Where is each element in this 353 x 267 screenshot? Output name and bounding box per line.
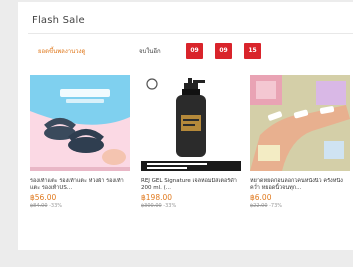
product-name: REJ GEL Signature เจลหอมมิสเตอร์ดำ 200 m… (141, 178, 237, 191)
flash-sale-subtitle: ยอดขึ้นพลงานวงดู (38, 48, 86, 55)
product-price: ฿56.00 (30, 193, 57, 202)
flash-sale-title: Flash Sale (32, 15, 85, 26)
flash-sale-panel: Flash Sale ยอดขึ้นพลงานวงดู จบในอีก 09 0… (18, 2, 353, 250)
product-original-price: ฿22.00 -73% (250, 203, 350, 209)
product-card[interactable]: หยาดหยดก่อนลอกโคนหนังนิ้ว ครั้งหนึ่งคว่ำ… (250, 75, 350, 209)
countdown-hours: 09 (186, 43, 203, 59)
product-original-price: ฿84.00 -33% (30, 203, 130, 209)
gel-bottle-product-image[interactable] (141, 75, 241, 171)
product-original-price: ฿300.00 -33% (141, 203, 241, 209)
discount-badge: -33% (49, 203, 63, 209)
original-price-value: ฿300.00 (141, 203, 162, 209)
flash-sale-page: Flash Sale ยอดขึ้นพลงานวงดู จบในอีก 09 0… (0, 0, 353, 267)
original-price-value: ฿84.00 (30, 203, 48, 209)
product-price: ฿6.00 (250, 193, 272, 202)
title-divider (28, 33, 353, 34)
discount-badge: -33% (163, 203, 177, 209)
ends-in-label: จบในอีก (139, 48, 161, 55)
product-card[interactable]: REJ GEL Signature เจลหอมมิสเตอร์ดำ 200 m… (141, 75, 241, 209)
product-price: ฿198.00 (141, 193, 173, 202)
original-price-value: ฿22.00 (250, 203, 268, 209)
finger-band-product-image[interactable] (250, 75, 350, 171)
product-name: รองเท้าแตะ รองเท้าแตะ ห่วงผ้า รองเท้าแตะ… (30, 178, 124, 191)
slippers-product-image[interactable] (30, 75, 130, 171)
countdown-seconds: 15 (244, 43, 261, 59)
product-name: หยาดหยดก่อนลอกโคนหนังนิ้ว ครั้งหนึ่งคว่ำ… (250, 178, 343, 191)
product-card[interactable]: รองเท้าแตะ รองเท้าแตะ ห่วงผ้า รองเท้าแตะ… (30, 75, 130, 209)
countdown-minutes: 09 (215, 43, 232, 59)
discount-badge: -73% (269, 203, 283, 209)
